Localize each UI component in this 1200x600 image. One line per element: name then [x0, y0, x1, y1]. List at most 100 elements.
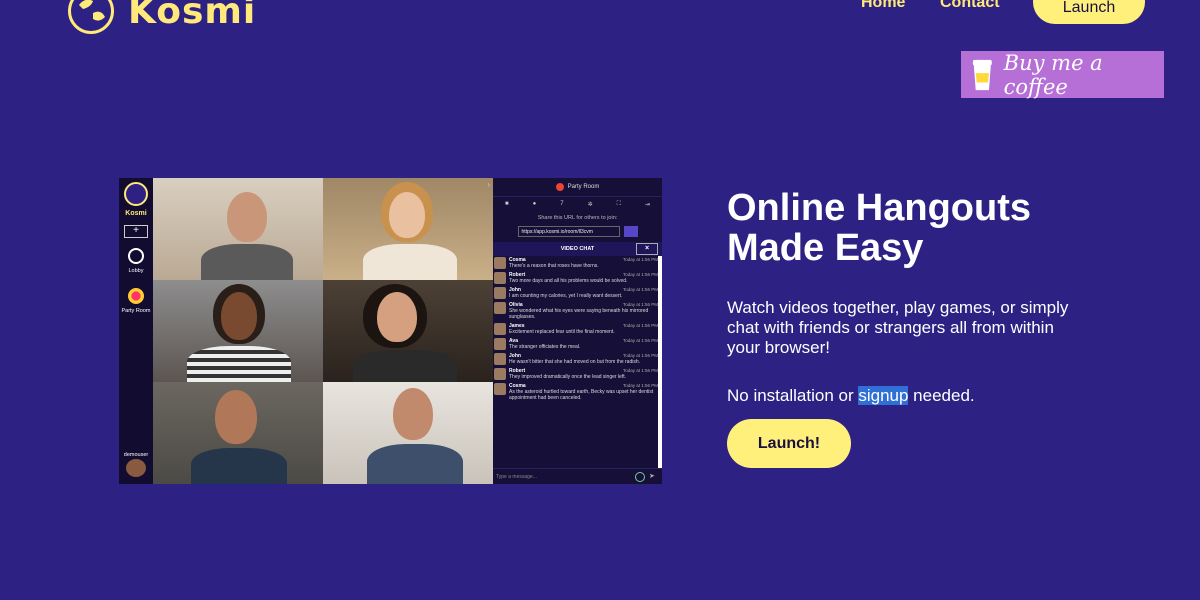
- chat-input-bar: Type a message... ➤: [493, 468, 662, 484]
- chat-text: There's a reason that roses have thorns.: [509, 263, 599, 269]
- chat-message: Cosma Today at 1:56 PM As the asteroid hur…: [494, 383, 658, 401]
- chat-message: John Today at 1:56 PM I am counting my cal…: [494, 287, 658, 299]
- chat-avatar: [494, 353, 506, 365]
- video-grid: ‹ ›: [153, 178, 493, 484]
- chat-text: Two more days and all his problems would…: [509, 278, 628, 284]
- hero-launch-button[interactable]: Launch!: [727, 419, 851, 468]
- preview-lobby-label: Lobby: [128, 268, 144, 274]
- preview-sidebar: Kosmi + Lobby Party Room demouser: [119, 178, 153, 484]
- chat-time: Today at 1:56 PM: [622, 257, 658, 262]
- chat-message: Ava Today at 1:56 PM The stranger officiat…: [494, 338, 658, 350]
- prev-arrow-icon: ‹: [156, 180, 159, 189]
- exit-icon: ⇥: [644, 201, 650, 208]
- hero-title: Online Hangouts Made Easy: [727, 188, 1147, 268]
- chat-message-body: John Today at 1:56 PM I am counting my cal…: [509, 287, 658, 299]
- share-text: Share this URL for others to join:: [537, 215, 618, 221]
- chat-text: She wondered what his eyes were saying b…: [509, 308, 649, 320]
- nav-home-link[interactable]: Home: [861, 0, 905, 12]
- video-tile: [323, 382, 493, 484]
- chat-message: Robert Today at 1:56 PM They improved dram…: [494, 368, 658, 380]
- video-tile: [153, 382, 323, 484]
- room-icon: [555, 183, 564, 191]
- room-header: Party Room: [493, 178, 662, 197]
- chat-time: Today at 1:56 PM: [622, 323, 658, 328]
- room-url: https://app.kosmi.io/room/ll3cvm: [517, 226, 620, 237]
- coffee-cup-icon: [972, 59, 992, 90]
- globe-icon: [68, 0, 114, 34]
- chat-message: John Today at 1:56 PM He wasn't bitter tha…: [494, 353, 658, 365]
- chat-avatar: [494, 368, 506, 380]
- preview-user: demouser: [121, 452, 151, 482]
- emoji-icon: [635, 471, 645, 482]
- chat-avatar: [494, 323, 506, 335]
- chat-avatar: [494, 287, 506, 299]
- chat-time: Today at 1:56 PM: [622, 272, 658, 277]
- settings-icon: ✲: [587, 201, 593, 208]
- chat-title: VIDEO CHAT: [560, 246, 595, 252]
- lobby-globe-icon: [128, 248, 144, 264]
- camera-icon: ■: [505, 201, 509, 207]
- chat-message-body: Robert Today at 1:56 PM Two more days and …: [509, 272, 658, 284]
- room-toolbar: ■ ● 7 ✲ ⛶ ⇥: [493, 197, 662, 211]
- chat-input: Type a message...: [496, 473, 537, 480]
- chat-message-body: Cosma Today at 1:56 PM There's a reason th…: [509, 257, 658, 269]
- close-icon: ×: [636, 243, 658, 255]
- chat-time: Today at 1:56 PM: [622, 338, 658, 343]
- user-count: 7: [560, 201, 564, 207]
- preview-room-label: Party Room: [121, 308, 151, 314]
- preview-add-button: +: [124, 225, 148, 238]
- room-title: Party Room: [567, 184, 600, 190]
- chat-message-body: Ava Today at 1:56 PM The stranger officiat…: [509, 338, 658, 350]
- video-tile: ‹: [153, 178, 323, 280]
- chat-message: Cosma Today at 1:56 PM There's a reason th…: [494, 257, 658, 269]
- brand-name: Kosmi: [128, 0, 257, 32]
- video-tile: ›: [323, 178, 493, 280]
- hero-note: No installation or signup needed.: [727, 386, 975, 406]
- chat-text: As the asteroid hurtled toward earth, Be…: [509, 389, 654, 401]
- fullscreen-icon: ⛶: [616, 200, 621, 207]
- video-tile: [323, 280, 493, 382]
- chat-avatar: [494, 272, 506, 284]
- app-preview-screenshot: Kosmi + Lobby Party Room demouser ‹ › Pa…: [119, 178, 662, 484]
- copy-icon: [623, 226, 638, 237]
- chat-text: The stranger officiates the meal.: [509, 344, 581, 350]
- chat-messages: Cosma Today at 1:56 PM There's a reason th…: [493, 256, 662, 468]
- share-url-row: https://app.kosmi.io/room/ll3cvm: [493, 226, 662, 237]
- preview-user-avatar: [126, 459, 146, 477]
- chat-text: Excitement replaced fear until the final…: [509, 329, 615, 335]
- video-tile: [153, 280, 323, 382]
- chat-text: They improved dramatically once the lead…: [509, 374, 627, 380]
- note-text-after: needed.: [908, 386, 975, 405]
- chat-time: Today at 1:56 PM: [622, 368, 658, 373]
- chat-message-body: James Today at 1:56 PM Excitement replaced…: [509, 323, 658, 335]
- hero-description: Watch videos together, play games, or si…: [727, 298, 1069, 357]
- selected-text: signup: [858, 386, 909, 405]
- chat-message-body: John Today at 1:56 PM He wasn't bitter tha…: [509, 353, 658, 365]
- preview-user-name: demouser: [123, 452, 149, 458]
- chat-header: VIDEO CHAT ×: [493, 242, 662, 256]
- chat-text: I am counting my calories, yet I really …: [509, 293, 623, 299]
- send-icon: ➤: [649, 472, 655, 480]
- chat-message: Robert Today at 1:56 PM Two more days and …: [494, 272, 658, 284]
- preview-globe-icon: [124, 182, 148, 206]
- chat-scrollbar: [658, 256, 662, 468]
- hero-title-line1: Online Hangouts: [727, 187, 1031, 229]
- chat-message: James Today at 1:56 PM Excitement replaced…: [494, 323, 658, 335]
- preview-brand: Kosmi: [125, 210, 147, 217]
- nav-contact-link[interactable]: Contact: [940, 0, 1000, 12]
- hero-title-line2: Made Easy: [727, 227, 924, 269]
- chat-message-body: Olivia Today at 1:56 PM She wondered what …: [509, 302, 658, 320]
- next-arrow-icon: ›: [487, 180, 490, 189]
- chat-message: Olivia Today at 1:56 PM She wondered what …: [494, 302, 658, 320]
- chat-avatar: [494, 257, 506, 269]
- chat-message-body: Robert Today at 1:56 PM They improved dram…: [509, 368, 658, 380]
- nav-launch-button[interactable]: Launch: [1033, 0, 1145, 24]
- coffee-label: Buy me a coffee: [1003, 50, 1103, 99]
- room-panel: Party Room ■ ● 7 ✲ ⛶ ⇥ Share this URL fo…: [493, 178, 662, 484]
- chat-avatar: [494, 383, 506, 395]
- brand-logo[interactable]: Kosmi: [68, 0, 256, 34]
- party-room-icon: [128, 288, 144, 304]
- chat-time: Today at 1:56 PM: [622, 287, 658, 292]
- buy-me-a-coffee-button[interactable]: Buy me a coffee: [961, 50, 1164, 99]
- note-text-before: No installation or: [727, 386, 859, 405]
